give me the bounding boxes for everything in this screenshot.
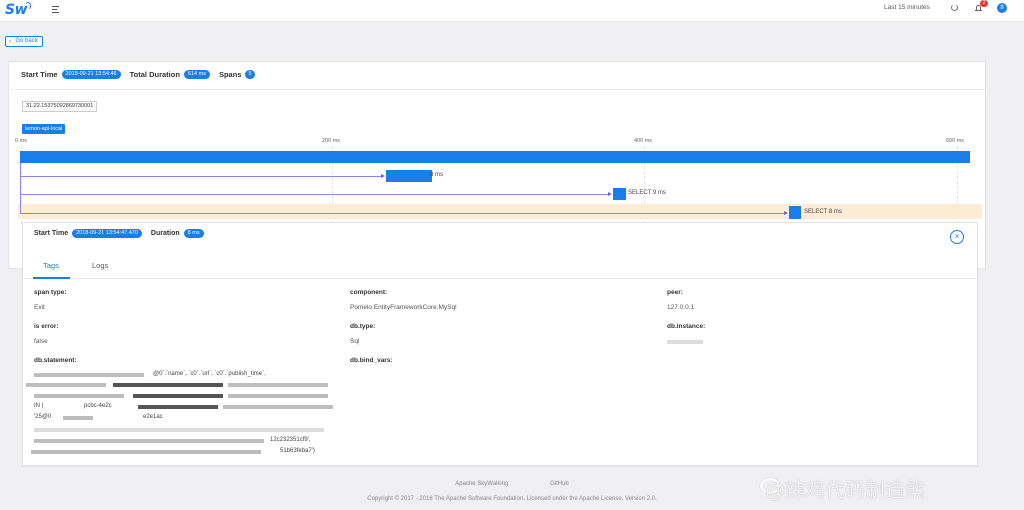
span-bar[interactable] [386,170,432,182]
logo-swirl-icon [25,2,31,10]
active-tab-indicator [33,277,70,279]
divider [9,89,985,90]
total-duration-value: 614 ms [183,70,210,79]
go-back-label: Go back [15,38,38,44]
footer-link-skywalking[interactable]: Apache SkyWalking [455,481,508,487]
redacted-text [133,394,223,398]
start-time-label: Start Time [21,70,58,79]
tick-label: 400 ms [634,138,653,144]
span-label: SELECT 9 ms [628,190,666,196]
span-connector [20,176,381,177]
arrow-icon [608,192,612,196]
db-instance-label: db.instance: [667,323,706,330]
span-start-time-value: 2018-09-21 13:54:47.470 [72,229,142,238]
redacted-text [34,373,144,377]
component-label: component: [350,289,388,296]
span-connector [20,163,21,213]
redacted-text [228,383,328,387]
go-back-button[interactable]: ‹ Go back [5,36,43,47]
redacted-text [138,405,218,409]
redacted-text [34,439,264,443]
span-label: d ms [430,172,444,178]
tick-label: 200 ms [322,138,341,144]
trace-summary: Start Time 2018-09-21 13:54:46 Total Dur… [21,70,260,79]
tab-logs[interactable]: Logs [92,261,108,270]
db-statement-label: db.statement: [34,357,77,364]
db-type-value: Sql [350,338,360,345]
span-bar-root[interactable] [20,151,970,163]
menu-collapse-icon[interactable] [52,6,59,13]
refresh-icon[interactable] [951,4,958,11]
redacted-text [31,450,261,454]
sql-fragment: e2e1ac [143,414,163,420]
span-type-value: Exit [34,304,45,311]
span-start-time-label: Start Time [34,230,69,237]
redacted-text [34,428,324,432]
span-bar[interactable] [789,206,801,219]
sql-fragment: 51b63feba7') [280,448,315,454]
sql-fragment: IN ( [34,403,44,409]
span-connector [20,213,784,214]
service-tag: lemon-api-local [22,124,66,134]
redacted-text [26,383,106,387]
peer-value: 127.0.0.1 [667,304,695,311]
component-value: Pomelo.EntityFrameworkCore.MySql [350,304,457,311]
is-error-value: false [34,338,48,345]
sql-fragment: @0`.`name`, `c0`.`url`, `c0`.`publish_ti… [153,371,266,377]
is-error-label: is error: [34,323,59,330]
start-time-value: 2018-09-21 13:54:46 [61,70,121,79]
span-bar[interactable] [613,188,626,200]
tick-label: 600 ms [946,138,965,144]
trace-timeline: 0 ms 200 ms 400 ms 600 ms d ms SELECT 9 … [0,134,1024,224]
span-duration-value: 8 ms [183,229,204,238]
span-detail-panel: Start Time 2018-09-21 13:54:47.470 Durat… [22,222,978,466]
trace-id-selector[interactable]: 31.22.15375092869730001 [22,101,98,112]
avatar[interactable]: 8 [997,3,1007,13]
tab-tags[interactable]: Tags [43,261,59,270]
peer-label: peer: [667,289,683,296]
footer-link-github[interactable]: GitHub [550,481,569,487]
sql-fragment: pcbc-4e2c [84,403,112,409]
redacted-text [113,383,223,387]
chevron-left-icon: ‹ [9,38,12,45]
redacted-text [223,405,333,409]
redacted-value [667,340,703,344]
db-type-label: db.type: [350,323,376,330]
time-range-selector[interactable]: Last 15 minutes [884,4,930,12]
redacted-text [63,416,93,420]
top-bar: Sw Last 15 minutes 2 8 [0,0,1024,22]
arrow-icon [381,174,385,178]
span-type-label: span type: [34,289,67,296]
sql-fragment: '25@0 [34,414,52,420]
span-detail-header: Start Time 2018-09-21 13:54:47.470 Durat… [34,229,209,238]
total-duration-label: Total Duration [129,70,180,79]
redacted-text [228,394,328,398]
span-label: SELECT 8 ms [804,209,842,215]
skywalking-logo[interactable]: Sw [5,2,28,18]
close-icon[interactable]: × [950,230,964,244]
watermark: @辣鸡代码制造熊 [765,478,925,502]
db-bind-vars-label: db.bind_vars: [350,357,393,364]
tick-label: 0 ms [15,138,27,144]
span-connector [20,194,608,195]
sql-fragment: 12c232351cf9', [270,437,311,443]
notification-badge: 2 [980,0,988,7]
span-duration-label: Duration [150,230,180,237]
redacted-text [34,394,124,398]
detail-tabs: Tags Logs [23,254,977,279]
spans-count: 5 [245,70,255,79]
spans-label: Spans [218,70,242,79]
arrow-icon [784,211,788,215]
